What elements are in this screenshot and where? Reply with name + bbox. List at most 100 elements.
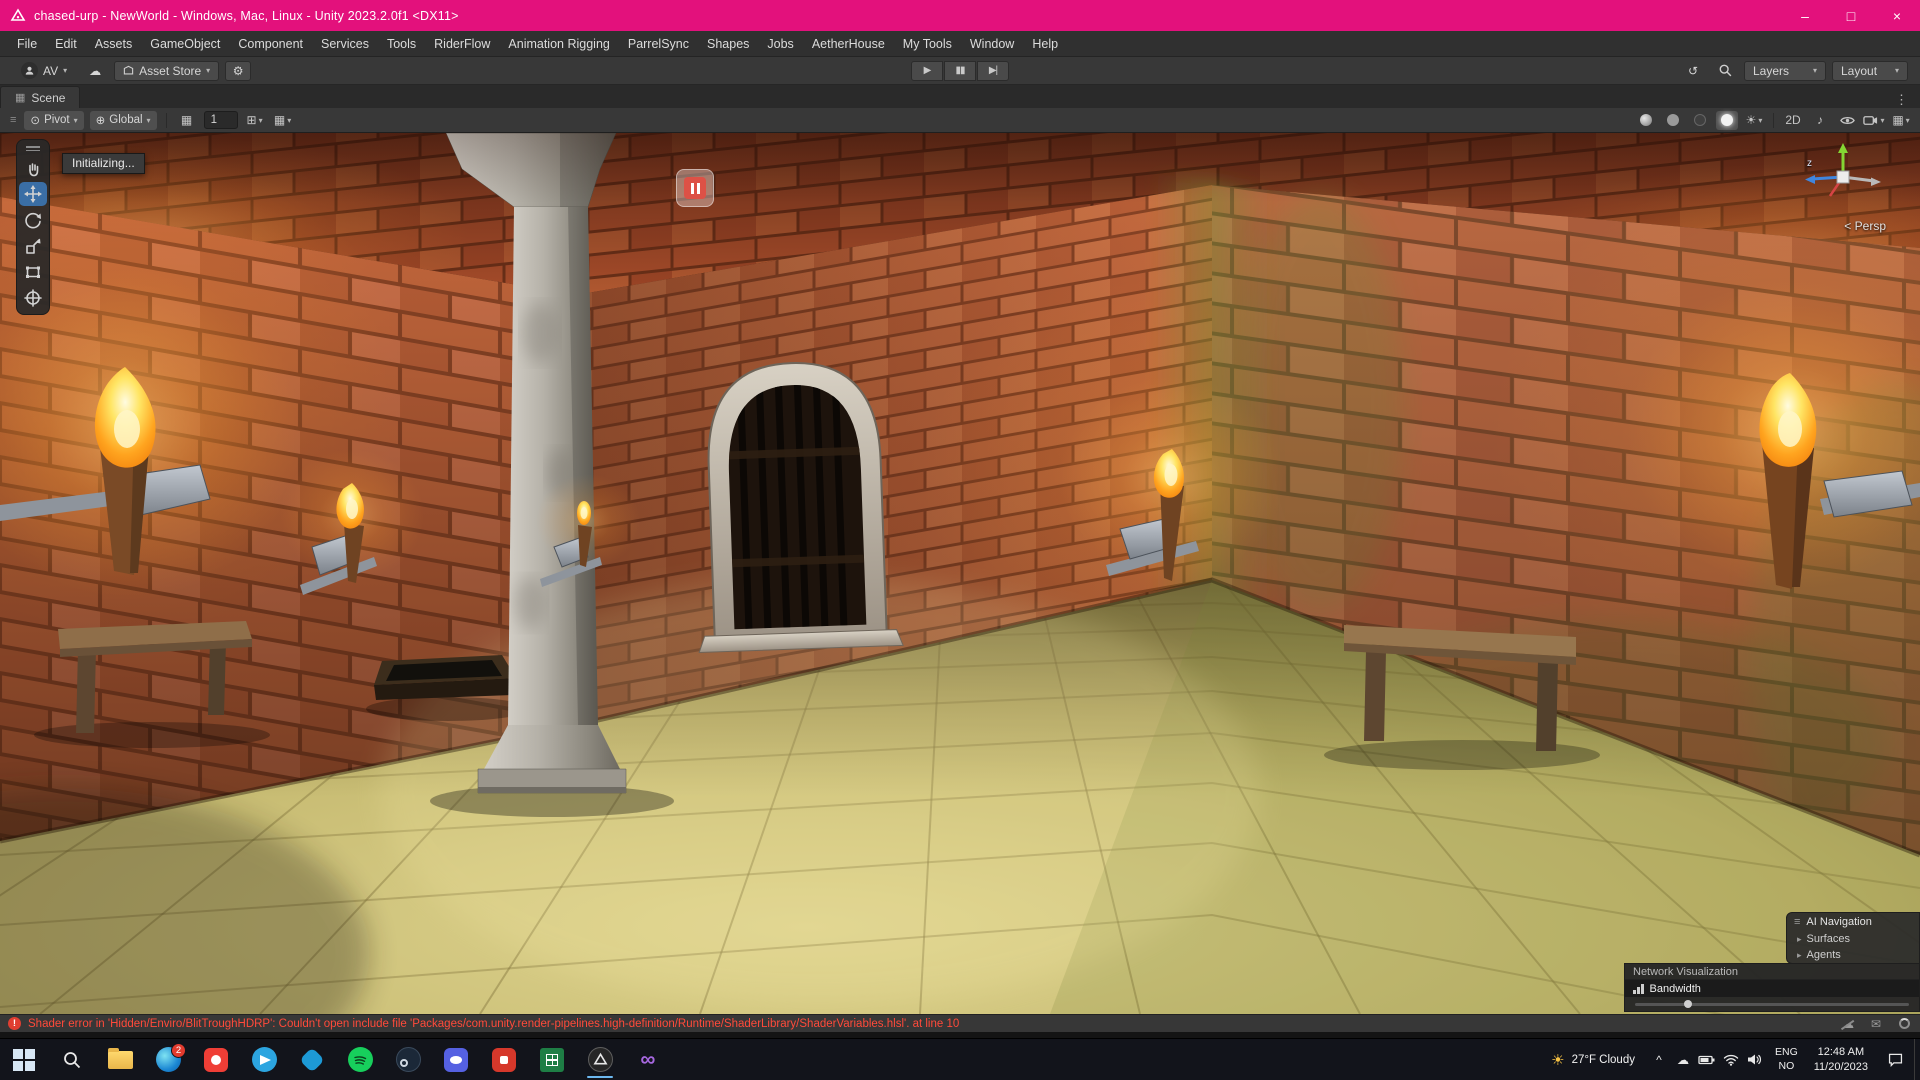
wifi-icon[interactable] xyxy=(1719,1054,1743,1066)
undo-history-button[interactable]: ↺ xyxy=(1680,61,1706,81)
menu-riderflow[interactable]: RiderFlow xyxy=(425,31,499,57)
menu-gameobject[interactable]: GameObject xyxy=(141,31,229,57)
scene-viewport[interactable]: Initializing... z < Persp ≡ AI Navigatio… xyxy=(0,133,1920,1014)
visual-studio-button[interactable]: ∞ xyxy=(624,1039,672,1080)
menu-tools[interactable]: Tools xyxy=(378,31,425,57)
menu-animation-rigging[interactable]: Animation Rigging xyxy=(499,31,618,57)
tab-scene[interactable]: ▦ Scene xyxy=(0,86,80,108)
transform-tool-button[interactable] xyxy=(19,286,47,310)
spotify-button[interactable] xyxy=(336,1039,384,1080)
step-button[interactable]: ▶| xyxy=(977,61,1009,81)
menu-services[interactable]: Services xyxy=(312,31,378,57)
shading-mode-toggle[interactable] xyxy=(1635,111,1657,130)
status-bar[interactable]: ! Shader error in 'Hidden/Enviro/BlitTro… xyxy=(0,1014,1920,1032)
unity-app-button[interactable] xyxy=(576,1039,624,1080)
pinned-app-button[interactable] xyxy=(480,1039,528,1080)
menu-shapes[interactable]: Shapes xyxy=(698,31,758,57)
spotify-icon xyxy=(348,1047,373,1072)
tab-menu-button[interactable]: ⋮ xyxy=(1883,92,1920,108)
shadows-toggle[interactable] xyxy=(1689,111,1711,130)
scene-light-toggle[interactable] xyxy=(1716,111,1738,130)
menu-window[interactable]: Window xyxy=(961,31,1023,57)
menu-file[interactable]: File xyxy=(8,31,46,57)
bandwidth-item[interactable]: Bandwidth xyxy=(1625,980,1919,997)
background-activity-icon[interactable] xyxy=(1896,1018,1912,1029)
clock[interactable]: 12:48 AM 11/20/2023 xyxy=(1806,1045,1876,1074)
overlay-grip-icon[interactable]: ≡ xyxy=(8,114,18,126)
ai-nav-agents-item[interactable]: ▸ Agents xyxy=(1787,947,1919,963)
steam-button[interactable] xyxy=(384,1039,432,1080)
grid-visibility-toggle[interactable]: ▦ xyxy=(176,111,198,130)
ai-navigation-title: AI Navigation xyxy=(1806,916,1871,928)
language-indicator[interactable]: ENG NO xyxy=(1767,1046,1806,1072)
menu-aetherhouse[interactable]: AetherHouse xyxy=(803,31,894,57)
battery-icon[interactable] xyxy=(1695,1054,1719,1066)
bandwidth-bars-icon xyxy=(1633,984,1644,994)
maximize-button[interactable]: □ xyxy=(1828,0,1874,31)
bandwidth-slider[interactable] xyxy=(1625,997,1919,1011)
cloud-offline-icon[interactable]: ☁ xyxy=(1840,1017,1856,1031)
rotate-tool-button[interactable] xyxy=(19,208,47,232)
unity-logo-icon xyxy=(10,8,26,24)
snap-increment-dropdown[interactable]: ▦▾ xyxy=(272,111,294,130)
spreadsheet-button[interactable] xyxy=(528,1039,576,1080)
volume-icon[interactable] xyxy=(1743,1053,1767,1066)
camera-settings-dropdown[interactable]: ▾ xyxy=(1863,111,1885,130)
cloud-button[interactable]: ☁ xyxy=(82,61,108,81)
asset-store-button[interactable]: Asset Store ▾ xyxy=(114,61,219,81)
shader-error-message[interactable]: Shader error in 'Hidden/Enviro/BlitTroug… xyxy=(28,1018,959,1030)
show-desktop-button[interactable] xyxy=(1914,1039,1920,1080)
stone-trough[interactable] xyxy=(366,655,530,721)
layout-dropdown[interactable]: Layout ▾ xyxy=(1832,61,1908,81)
edge-browser-button[interactable]: 2 xyxy=(144,1039,192,1080)
taskbar-search-button[interactable] xyxy=(48,1039,96,1080)
drag-handle-icon[interactable]: ≡ xyxy=(1794,916,1800,928)
perspective-label[interactable]: < Persp xyxy=(1844,219,1886,233)
menu-assets[interactable]: Assets xyxy=(86,31,142,57)
search-button[interactable] xyxy=(1712,61,1738,81)
menu-jobs[interactable]: Jobs xyxy=(758,31,802,57)
discord-button[interactable] xyxy=(432,1039,480,1080)
lighting-toggle[interactable] xyxy=(1662,111,1684,130)
account-dropdown[interactable]: AV ▾ xyxy=(12,61,76,81)
close-button[interactable]: × xyxy=(1874,0,1920,31)
gizmos-dropdown[interactable]: ▦▾ xyxy=(1890,111,1912,130)
pivot-dropdown[interactable]: ⊙ Pivot ▾ xyxy=(24,111,83,130)
scale-tool-button[interactable] xyxy=(19,234,47,258)
vscode-button[interactable] xyxy=(288,1039,336,1080)
vivaldi-button[interactable] xyxy=(192,1039,240,1080)
rect-tool-button[interactable] xyxy=(19,260,47,284)
preferences-button[interactable]: ⚙ xyxy=(225,61,251,81)
gizmos-icon: ▦ xyxy=(1892,113,1903,127)
onedrive-cloud-icon[interactable]: ☁ xyxy=(1671,1053,1695,1067)
audio-toggle[interactable]: ♪ xyxy=(1809,111,1831,130)
pause-button[interactable]: ▮▮ xyxy=(944,61,976,81)
layers-dropdown[interactable]: Layers ▾ xyxy=(1744,61,1826,81)
minimize-button[interactable]: – xyxy=(1782,0,1828,31)
menu-edit[interactable]: Edit xyxy=(46,31,86,57)
orientation-gizmo[interactable] xyxy=(1788,139,1898,217)
2d-toggle[interactable]: 2D xyxy=(1782,111,1804,130)
grid-size-input[interactable]: 1 xyxy=(204,111,238,129)
action-center-button[interactable] xyxy=(1876,1039,1914,1080)
file-explorer-button[interactable] xyxy=(96,1039,144,1080)
menu-my-tools[interactable]: My Tools xyxy=(894,31,961,57)
audio-gizmo-icon[interactable] xyxy=(676,169,714,207)
hidden-icons-chevron[interactable]: ^ xyxy=(1647,1053,1671,1067)
menu-component[interactable]: Component xyxy=(229,31,312,57)
ai-nav-surfaces-item[interactable]: ▸ Surfaces xyxy=(1787,931,1919,947)
grid-snap-dropdown[interactable]: ⊞▾ xyxy=(244,111,266,130)
view-tool-button[interactable] xyxy=(19,156,47,180)
effects-dropdown[interactable]: ☀▾ xyxy=(1743,111,1765,130)
weather-widget[interactable]: ☀ 27°F Cloudy xyxy=(1539,1051,1647,1069)
menu-parrelsync[interactable]: ParrelSync xyxy=(619,31,698,57)
move-tool-button[interactable] xyxy=(19,182,47,206)
play-button[interactable]: ▶ xyxy=(911,61,943,81)
overlay-drag-handle[interactable] xyxy=(26,143,40,154)
handle-orientation-dropdown[interactable]: ⊕ Global ▾ xyxy=(90,111,157,130)
telegram-button[interactable] xyxy=(240,1039,288,1080)
menu-help[interactable]: Help xyxy=(1023,31,1067,57)
message-icon[interactable]: ✉ xyxy=(1868,1017,1884,1031)
visibility-toggle[interactable] xyxy=(1836,111,1858,130)
start-button[interactable] xyxy=(0,1039,48,1080)
